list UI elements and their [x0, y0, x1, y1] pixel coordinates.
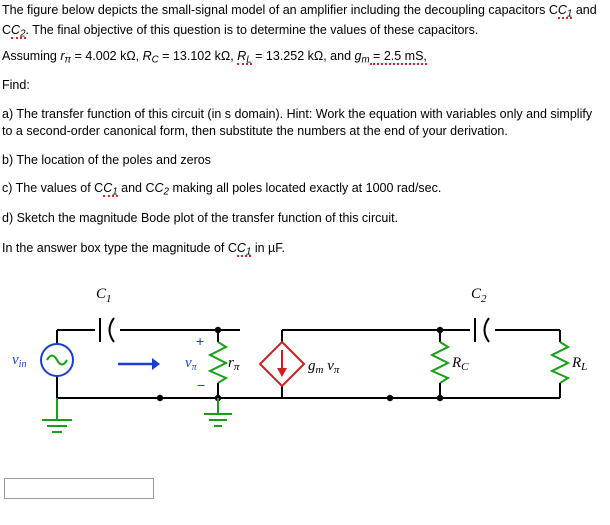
vpi-label: vπ	[185, 355, 198, 373]
resistor-rc	[429, 341, 451, 384]
circuit-figure: C1 vin rπ vπ + − gm vπ RC C2 RL	[0, 268, 610, 468]
ground-symbol-center	[204, 413, 232, 427]
intro-line1-text: The figure below depicts the small-signa…	[2, 3, 558, 17]
capacitor-c2	[474, 317, 490, 343]
vin-label: vin	[12, 352, 26, 370]
rl-symbol: RL	[237, 49, 252, 66]
resistor-rl	[549, 341, 571, 384]
item-b: b) The location of the poles and zeros	[2, 152, 602, 169]
answer-instruction-1: In the answer box type the magnitude of …	[2, 241, 237, 255]
answer-input[interactable]	[4, 478, 154, 499]
find-text: Find:	[2, 78, 30, 92]
input-current-arrow-icon	[118, 358, 160, 370]
item-c-text-2: and C	[117, 181, 155, 195]
c1-label: C1	[96, 286, 112, 305]
item-c-text-3: making all poles located exactly at 1000…	[168, 181, 442, 195]
c2-label: C2	[471, 286, 487, 305]
rpi-symbol: rπ	[60, 49, 72, 66]
vpi-plus-sign: +	[196, 333, 204, 349]
vpi-minus-sign: −	[197, 377, 205, 393]
rpi-value: = 4.002 kΩ,	[71, 49, 143, 63]
rc-value: = 13.102 kΩ,	[158, 49, 238, 63]
rc-label: RC	[451, 355, 469, 373]
item-c-text-1: c) The values of C	[2, 181, 104, 195]
rpi-label: rπ	[228, 355, 240, 373]
item-a: a) The transfer function of this circuit…	[2, 106, 602, 139]
gm-vpi-label: gm vπ	[308, 358, 340, 376]
assuming-paragraph: Assuming rπ = 4.002 kΩ, RC = 13.102 kΩ, …	[2, 48, 602, 68]
capacitor-c1	[99, 317, 115, 343]
item-d: d) Sketch the magnitude Bode plot of the…	[2, 210, 602, 227]
c2-inline-2: C2	[154, 181, 169, 198]
ground-symbol-left	[42, 419, 72, 433]
item-a-text: a) The transfer function of this circuit…	[2, 107, 593, 138]
gm-value: = 2.5 mS,	[369, 49, 427, 65]
node-dot-left-bottom	[156, 394, 164, 402]
intro-line1c-text: . The final objective of this question i…	[25, 22, 479, 37]
resistor-rpi	[207, 341, 229, 384]
c1-inline-1: C1	[557, 3, 573, 20]
c2-inline-1: C2	[11, 22, 26, 40]
rl-label: RL	[571, 355, 587, 373]
question-text: The figure below depicts the small-signa…	[2, 2, 602, 41]
answer-instruction: In the answer box type the magnitude of …	[2, 240, 602, 260]
c1-inline-2: C1	[103, 181, 118, 198]
item-d-text: d) Sketch the magnitude Bode plot of the…	[2, 211, 399, 225]
item-b-text: b) The location of the poles and zeros	[2, 153, 211, 167]
node-dot-rc-bottom	[386, 394, 394, 402]
c1-inline-3: C1	[236, 241, 252, 258]
assuming-prefix: Assuming	[2, 49, 61, 63]
intro-paragraph: The figure below depicts the small-signa…	[2, 2, 602, 41]
rl-value: = 13.252 kΩ, and	[251, 49, 355, 63]
find-label: Find:	[2, 77, 602, 94]
rc-symbol: RC	[142, 49, 159, 66]
answer-instruction-2: in µF.	[251, 241, 285, 255]
item-c: c) The values of CC1 and CC2 making all …	[2, 180, 602, 200]
gm-symbol: gm	[354, 49, 370, 66]
